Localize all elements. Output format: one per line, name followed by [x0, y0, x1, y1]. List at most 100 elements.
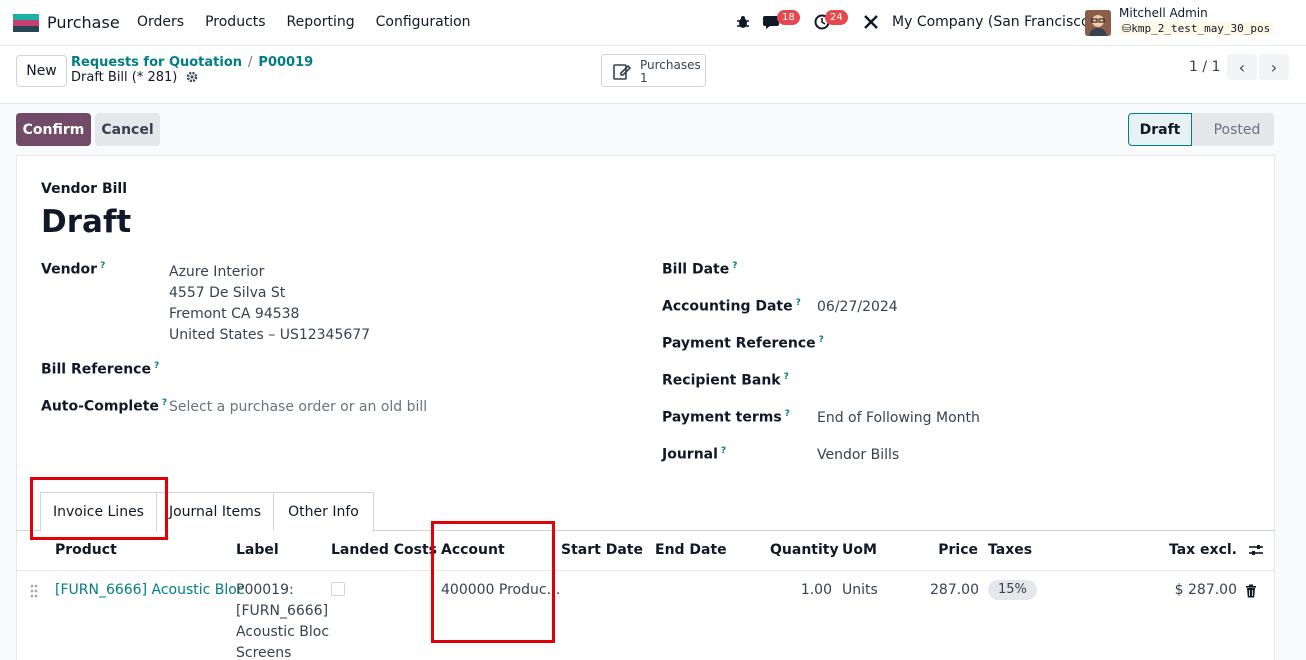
help-icon[interactable]: ? — [721, 446, 726, 456]
row-label-line: Acoustic Bloc — [236, 624, 330, 640]
database-name-text: kmp_2_test_may_30_pos — [1131, 22, 1271, 35]
vendor-city: Fremont CA 94538 — [169, 306, 300, 322]
new-button[interactable]: New — [16, 55, 67, 87]
recipient-bank-label-text: Recipient Bank — [662, 372, 781, 389]
database-name: ⛁kmp_2_test_may_30_pos — [1119, 22, 1274, 35]
row-label[interactable]: P00019: [FURN_6666] Acoustic Bloc Screen… — [236, 580, 329, 660]
app-name[interactable]: Purchase — [47, 13, 120, 32]
bill-date-label-text: Bill Date — [662, 261, 730, 278]
document-type: Vendor Bill — [41, 181, 128, 197]
breadcrumb-po[interactable]: P00019 — [258, 55, 313, 70]
row-tax-excl: $ 287.00 — [1174, 582, 1237, 598]
smart-button-count: 1 — [640, 71, 648, 85]
row-price[interactable]: 287.00 — [930, 580, 979, 601]
table-divider — [16, 570, 1275, 571]
vendor-name: Azure Interior — [169, 264, 265, 280]
top-navbar: Purchase Orders Products Reporting Confi… — [0, 0, 1306, 46]
vendor-label: Vendor? — [41, 261, 105, 278]
payment-reference-input[interactable] — [817, 335, 1237, 355]
column-header-label[interactable]: Label — [236, 542, 279, 558]
menu-configuration[interactable]: Configuration — [376, 14, 471, 30]
column-header-quantity[interactable]: Quantity — [770, 542, 839, 558]
breadcrumb: Requests for Quotation / P00019 — [71, 55, 313, 70]
column-header-price[interactable]: Price — [930, 542, 978, 558]
vendor-field[interactable]: Azure Interior 4557 De Silva St Fremont … — [169, 262, 370, 346]
row-uom[interactable]: Units — [842, 580, 878, 601]
menu-orders[interactable]: Orders — [137, 14, 184, 30]
vendor-country-vat: United States – US12345677 — [169, 327, 371, 343]
highlight-invoice-lines-tab — [30, 477, 168, 540]
accounting-date-label-text: Accounting Date — [662, 298, 793, 315]
highlight-account-column — [431, 521, 555, 643]
recipient-bank-input[interactable] — [817, 372, 1237, 392]
bill-date-input[interactable] — [817, 261, 1237, 281]
help-icon[interactable]: ? — [732, 261, 737, 271]
trash-icon[interactable] — [1245, 584, 1257, 602]
auto-complete-label-text: Auto-Complete — [41, 398, 159, 415]
landed-costs-checkbox[interactable] — [331, 582, 345, 596]
tax-badge[interactable]: 15% — [988, 580, 1037, 600]
vendor-label-text: Vendor — [41, 261, 98, 278]
column-header-end-date[interactable]: End Date — [655, 542, 727, 558]
user-name[interactable]: Mitchell Admin — [1119, 6, 1208, 20]
accounting-date-input[interactable]: 06/27/2024 — [817, 299, 898, 315]
column-header-uom[interactable]: UoM — [842, 542, 877, 558]
tab-other-info[interactable]: Other Info — [274, 492, 374, 531]
column-header-start-date[interactable]: Start Date — [561, 542, 643, 558]
help-icon[interactable]: ? — [785, 409, 790, 419]
payment-reference-label: Payment Reference? — [662, 335, 824, 352]
breadcrumb-current: Draft Bill (* 281) — [71, 70, 198, 87]
bill-reference-label-text: Bill Reference — [41, 361, 151, 378]
pager-value[interactable]: 1 / 1 — [1189, 59, 1220, 75]
bill-reference-input[interactable] — [169, 361, 609, 381]
tools-icon[interactable] — [862, 13, 880, 31]
chevron-left-icon[interactable]: ‹ — [1227, 54, 1257, 80]
optional-columns-icon[interactable] — [1248, 542, 1264, 562]
column-header-landed-costs[interactable]: Landed Costs — [331, 542, 437, 558]
cancel-button[interactable]: Cancel — [95, 113, 160, 146]
menu-reporting[interactable]: Reporting — [287, 14, 355, 30]
main-menu: Orders Products Reporting Configuration — [137, 14, 492, 30]
gear-icon[interactable] — [186, 71, 198, 87]
row-quantity[interactable]: 1.00 — [770, 580, 832, 601]
stage-posted[interactable]: Posted — [1192, 113, 1274, 146]
help-icon[interactable]: ? — [796, 298, 801, 308]
row-label-line: [FURN_6666] — [236, 603, 329, 619]
row-product[interactable]: [FURN_6666] Acoustic Bloc — [55, 580, 245, 601]
control-panel: New Requests for Quotation / P00019 Draft … — [0, 46, 1306, 104]
journal-label: Journal? — [662, 446, 726, 463]
drag-handle-icon[interactable] — [29, 584, 39, 602]
purchases-smart-button[interactable]: Purchases 1 — [601, 54, 706, 87]
help-icon[interactable]: ? — [784, 372, 789, 382]
menu-products[interactable]: Products — [205, 14, 265, 30]
smart-button-label: Purchases — [640, 58, 701, 72]
column-header-product[interactable]: Product — [55, 542, 117, 558]
user-avatar[interactable] — [1085, 10, 1111, 36]
notebook-tabs: Invoice Lines Journal Items Other Info — [16, 492, 1275, 532]
confirm-button[interactable]: Confirm — [16, 113, 91, 146]
help-icon[interactable]: ? — [162, 398, 167, 408]
document-title: Draft — [41, 204, 132, 240]
breadcrumb-rfq[interactable]: Requests for Quotation — [71, 55, 242, 70]
tab-journal-items[interactable]: Journal Items — [157, 492, 274, 531]
column-header-taxes[interactable]: Taxes — [988, 542, 1032, 558]
purchase-app-icon[interactable] — [13, 14, 39, 32]
payment-terms-label-text: Payment terms — [662, 409, 782, 426]
payment-terms-label: Payment terms? — [662, 409, 790, 426]
auto-complete-label: Auto-Complete? — [41, 398, 167, 415]
help-icon[interactable]: ? — [154, 361, 159, 371]
bill-reference-label: Bill Reference? — [41, 361, 159, 378]
bill-date-label: Bill Date? — [662, 261, 737, 278]
current-record-name: Draft Bill (* 281) — [71, 70, 178, 85]
breadcrumb-separator: / — [248, 55, 253, 70]
chevron-right-icon[interactable]: › — [1259, 54, 1289, 80]
column-header-tax-excl[interactable]: Tax excl. — [1160, 542, 1237, 558]
payment-terms-input[interactable]: End of Following Month — [817, 410, 980, 426]
bug-icon[interactable] — [734, 13, 752, 31]
help-icon[interactable]: ? — [100, 261, 105, 271]
stage-draft[interactable]: Draft — [1128, 113, 1192, 146]
vendor-street: 4557 De Silva St — [169, 285, 286, 301]
company-switcher[interactable]: My Company (San Francisco) — [892, 14, 1095, 30]
auto-complete-input[interactable]: Select a purchase order or an old bill — [169, 399, 427, 415]
journal-input[interactable]: Vendor Bills — [817, 447, 899, 463]
